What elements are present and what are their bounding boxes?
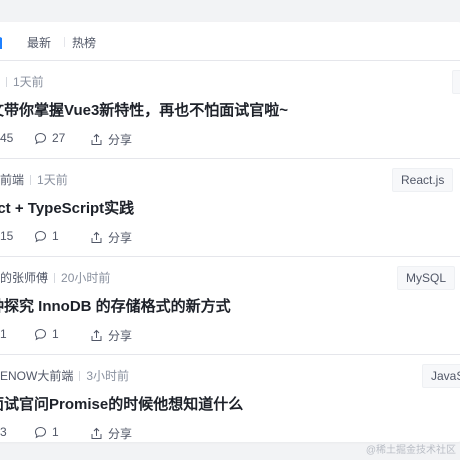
share-button[interactable]: 分享 xyxy=(90,229,132,246)
article-item[interactable]: 前端 1天前 React.js act + TypeScript实践 15 1 分… xyxy=(0,159,460,257)
author-name[interactable]: 前端 xyxy=(0,173,24,187)
share-button[interactable]: 分享 xyxy=(90,131,132,148)
article-item[interactable]: ENOW大前端 3小时前 JavaS 面试官问Promise的时候他想知道什么 3… xyxy=(0,355,460,442)
article-title[interactable]: 面试官问Promise的时候他想知道什么 xyxy=(0,393,243,414)
publish-time: 1天前 xyxy=(37,173,68,187)
tag-chip[interactable]: JavaS xyxy=(422,364,460,388)
article-title[interactable]: 钟探究 InnoDB 的存储格式的新方式 xyxy=(0,295,231,316)
share-icon xyxy=(91,231,102,243)
tab-recommended[interactable] xyxy=(0,37,5,49)
share-label: 分享 xyxy=(108,329,133,343)
article-title[interactable]: act + TypeScript实践 xyxy=(0,197,134,218)
comment-count: 1 xyxy=(52,425,59,439)
view-count: 1 xyxy=(0,327,7,341)
feed-tabs: 最新 热榜 xyxy=(0,22,460,61)
view-count: 3 xyxy=(0,425,7,439)
share-button[interactable]: 分享 xyxy=(90,327,132,344)
tab-hot[interactable]: 热榜 xyxy=(72,34,96,51)
author-name[interactable]: ENOW大前端 xyxy=(0,369,73,383)
share-label: 分享 xyxy=(108,133,133,147)
comment-icon xyxy=(34,132,47,144)
tag-chip[interactable]: React.js xyxy=(392,168,454,192)
watermark: @稀土掘金技术社区 xyxy=(365,445,456,456)
meta-divider xyxy=(79,371,81,381)
tab-latest[interactable]: 最新 xyxy=(27,34,51,51)
comment-button[interactable]: 1 xyxy=(34,425,59,439)
tag-chip[interactable]: MySQL xyxy=(397,266,456,290)
top-band xyxy=(0,0,460,22)
article-meta: 的张师傅 20小时前 xyxy=(0,269,110,286)
share-icon xyxy=(91,329,102,341)
article-feed-card: 最新 热榜 1天前 V 文带你掌握Vue3新特性，再也不怕面试官啦~ 45 27… xyxy=(0,22,460,442)
comment-count: 27 xyxy=(52,131,66,145)
comment-count: 1 xyxy=(52,229,59,243)
share-icon xyxy=(91,427,102,439)
author-name[interactable]: 的张师傅 xyxy=(0,271,48,285)
comment-count: 1 xyxy=(52,327,59,341)
publish-time: 1天前 xyxy=(13,75,44,89)
publish-time: 20小时前 xyxy=(61,271,111,285)
view-count-value: 3 xyxy=(0,425,7,439)
view-count-value: 1 xyxy=(0,327,7,341)
article-item[interactable]: 的张师傅 20小时前 MySQL 钟探究 InnoDB 的存储格式的新方式 1 1… xyxy=(0,257,460,355)
article-meta: ENOW大前端 3小时前 xyxy=(0,367,129,384)
view-count: 15 xyxy=(0,229,13,243)
comment-button[interactable]: 1 xyxy=(34,327,59,341)
comment-icon xyxy=(34,426,47,438)
comment-button[interactable]: 1 xyxy=(34,229,59,243)
view-count: 45 xyxy=(0,131,13,145)
meta-divider xyxy=(30,175,32,185)
share-button[interactable]: 分享 xyxy=(90,425,132,442)
view-count-value: 45 xyxy=(0,131,14,145)
share-label: 分享 xyxy=(108,231,133,245)
article-title[interactable]: 文带你掌握Vue3新特性，再也不怕面试官啦~ xyxy=(0,99,288,120)
meta-divider xyxy=(6,77,7,87)
comment-icon xyxy=(34,328,47,340)
comment-icon xyxy=(34,230,47,242)
article-meta: 1天前 xyxy=(0,73,44,90)
comment-button[interactable]: 27 xyxy=(34,131,65,145)
share-icon xyxy=(91,133,102,145)
tab-divider xyxy=(64,37,65,47)
publish-time: 3小时前 xyxy=(86,369,130,383)
article-item[interactable]: 1天前 V 文带你掌握Vue3新特性，再也不怕面试官啦~ 45 27 分享 xyxy=(0,61,460,159)
tag-chip[interactable]: V xyxy=(452,70,460,94)
article-meta: 前端 1天前 xyxy=(0,171,68,188)
view-count-value: 15 xyxy=(0,229,14,243)
meta-divider xyxy=(54,273,56,283)
share-label: 分享 xyxy=(108,427,133,441)
